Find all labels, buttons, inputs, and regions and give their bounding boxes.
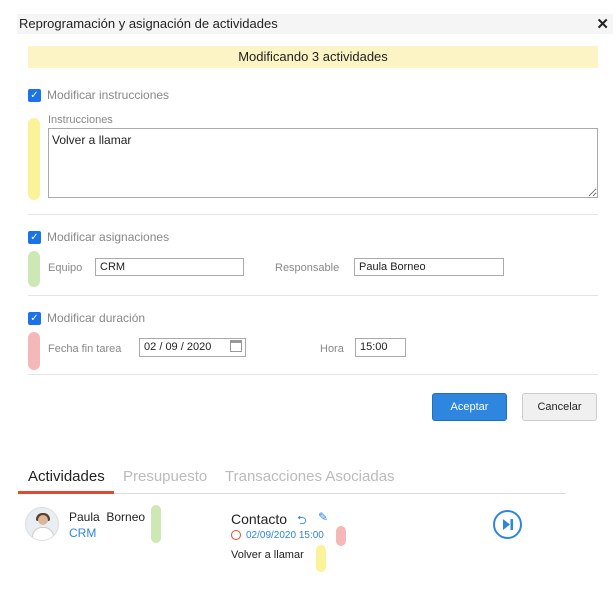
activity-type: Contacto: [231, 511, 288, 527]
date-separator: /: [180, 341, 184, 353]
end-date-label: Fecha fin tarea: [48, 343, 122, 355]
time-label: Hora: [320, 343, 344, 355]
section-divider: [28, 374, 598, 375]
modify-duration-label: Modificar duración: [47, 311, 146, 325]
reply-icon[interactable]: ⮌: [297, 511, 307, 532]
dialog-title: Reprogramación y asignación de actividad…: [19, 16, 278, 31]
modify-duration-checkbox[interactable]: ✓: [28, 311, 41, 325]
annotation-squiggle: [28, 118, 40, 200]
close-button[interactable]: ✕: [596, 15, 609, 33]
avatar-head: [38, 515, 48, 525]
skip-next-icon[interactable]: [493, 510, 522, 539]
skip-next-svg: [503, 519, 513, 530]
dialog-header: Reprogramación y asignación de actividad…: [17, 14, 613, 34]
tab-presupuesto[interactable]: Presupuesto: [123, 468, 207, 485]
modify-instructions-label: Modificar instrucciones: [47, 88, 170, 102]
modify-assignments-label: Modificar asignaciones: [47, 230, 170, 244]
activity-team-link[interactable]: CRM: [69, 526, 96, 540]
annotation-squiggle: [28, 332, 40, 370]
edit-icon[interactable]: ✎: [318, 510, 328, 524]
person-last-name: Borneo: [106, 510, 146, 524]
date-day: 02: [144, 341, 157, 353]
modify-instructions-checkbox[interactable]: ✓: [28, 88, 41, 102]
calendar-icon[interactable]: [230, 340, 242, 352]
activity-person-name: Paula Borneo: [69, 510, 145, 524]
team-input[interactable]: CRM: [95, 258, 244, 276]
cancel-button[interactable]: Cancelar: [522, 393, 597, 421]
modify-assignments-row[interactable]: ✓ Modificar asignaciones: [28, 229, 169, 245]
owner-input[interactable]: Paula Borneo: [354, 258, 504, 276]
avatar: [25, 507, 59, 541]
clock-icon: [231, 530, 241, 540]
activity-description: Volver a llamar: [231, 549, 304, 561]
tab-bar: Actividades Presupuesto Transacciones As…: [18, 468, 566, 494]
instructions-textarea[interactable]: Volver a llamar: [48, 128, 598, 198]
activity-date: 02/09/2020 15:00: [246, 530, 324, 541]
annotation-squiggle: [151, 505, 161, 543]
date-month: 09: [165, 341, 178, 353]
modify-duration-row[interactable]: ✓ Modificar duración: [28, 310, 145, 326]
person-first-name: Paula: [69, 510, 100, 524]
tab-actividades[interactable]: Actividades: [28, 468, 105, 485]
instructions-label: Instrucciones: [48, 114, 113, 126]
section-divider: [28, 295, 598, 296]
modify-instructions-row[interactable]: ✓ Modificar instrucciones: [28, 87, 169, 103]
modify-assignments-checkbox[interactable]: ✓: [28, 230, 41, 244]
date-separator: /: [159, 341, 163, 353]
annotation-squiggle: [316, 545, 326, 572]
section-divider: [28, 214, 598, 215]
modifying-banner: Modificando 3 actividades: [28, 46, 598, 68]
annotation-squiggle: [28, 251, 40, 287]
annotation-squiggle: [336, 526, 346, 546]
active-tab-underline: [18, 491, 114, 494]
accept-button[interactable]: Aceptar: [432, 393, 507, 421]
team-label: Equipo: [48, 262, 83, 274]
date-year: 2020: [186, 341, 212, 353]
tab-transacciones-asociadas[interactable]: Transacciones Asociadas: [225, 468, 395, 485]
time-input[interactable]: 15:00: [355, 338, 406, 357]
owner-label: Responsable: [275, 262, 340, 274]
avatar-body: [32, 527, 54, 540]
